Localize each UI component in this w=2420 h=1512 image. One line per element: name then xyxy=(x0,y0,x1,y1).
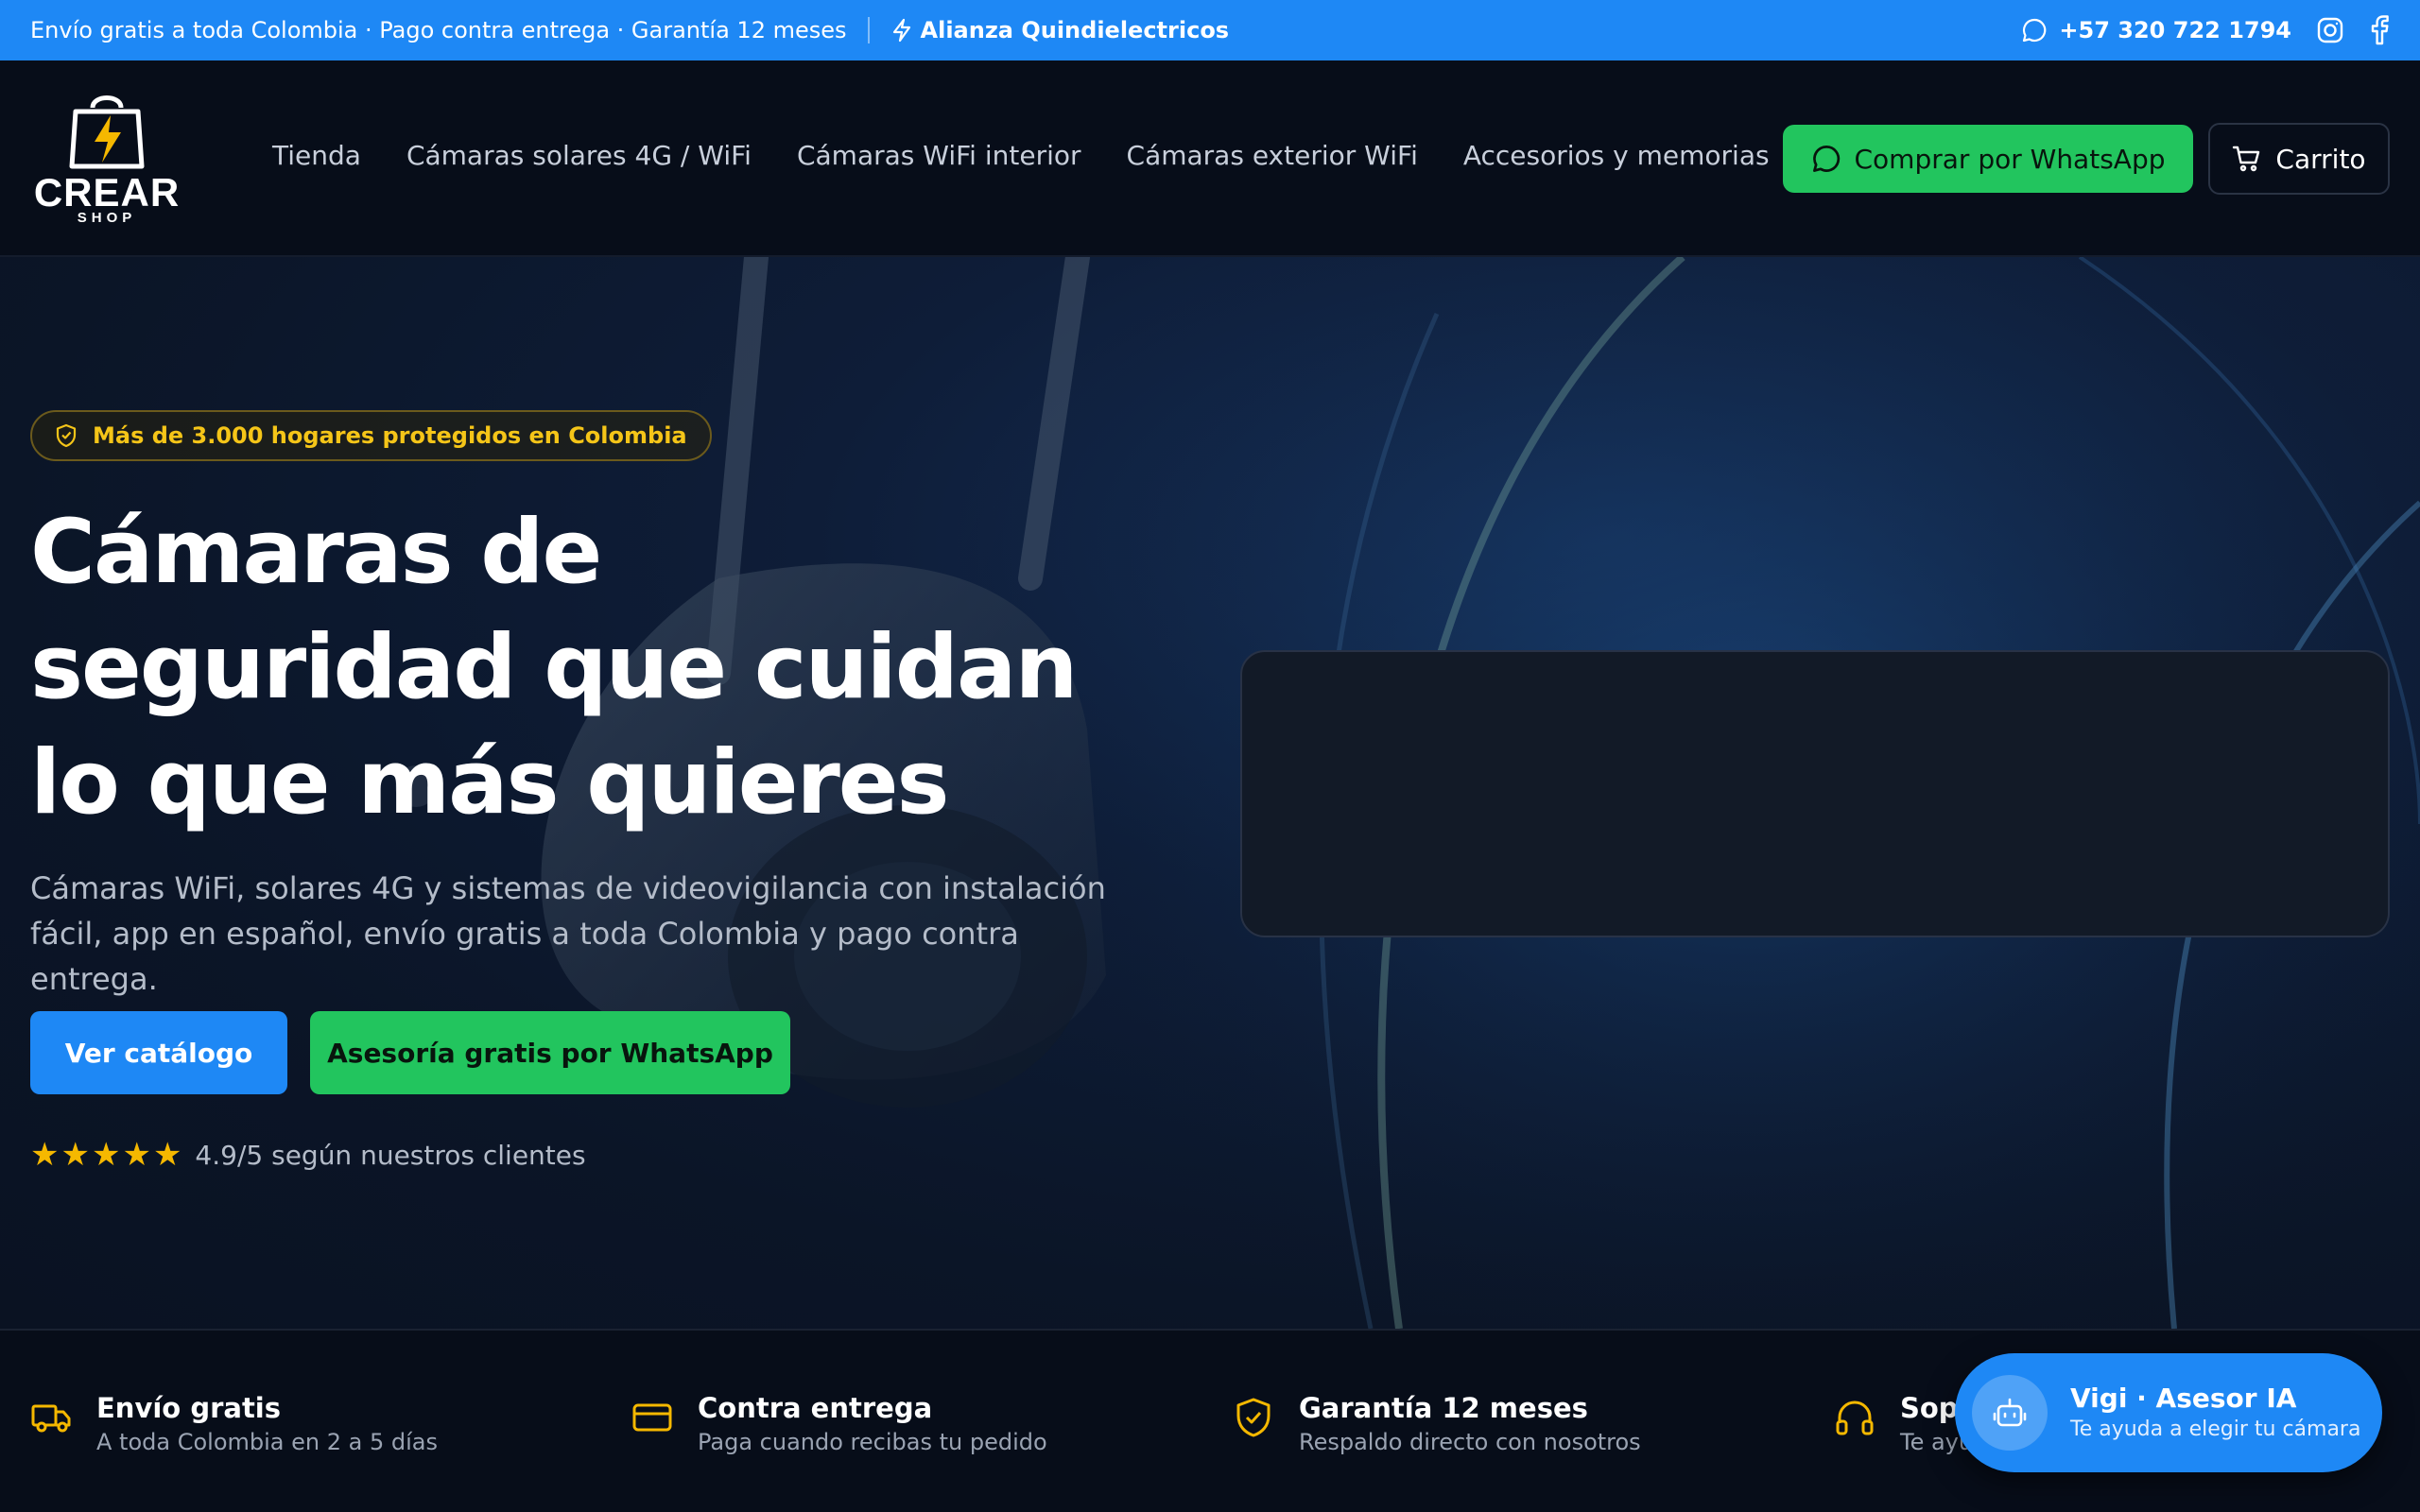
star-icon: ★ xyxy=(152,1136,182,1174)
chat-title: Vigi · Asesor IA xyxy=(2070,1383,2297,1414)
phone-number: +57 320 722 1794 xyxy=(2059,17,2291,43)
whatsapp-buy-button[interactable]: Comprar por WhatsApp xyxy=(1783,125,2193,193)
whatsapp-advice-button[interactable]: Asesoría gratis por WhatsApp xyxy=(310,1011,790,1094)
star-icon: ★ xyxy=(30,1136,60,1174)
trust-badge-label: Más de 3.000 hogares protegidos en Colom… xyxy=(93,422,687,449)
nav-item-indoor-cameras[interactable]: Cámaras WiFi interior xyxy=(797,140,1081,171)
feature-title: Garantía 12 meses xyxy=(1299,1392,1588,1424)
nav-item-accessories[interactable]: Accesorios y memorias xyxy=(1463,140,1770,171)
whatsapp-icon xyxy=(1812,146,1840,172)
cart-button[interactable]: Carrito xyxy=(2208,123,2390,195)
rating-text: 4.9/5 según nuestros clientes xyxy=(195,1139,586,1171)
feature-subtitle: A toda Colombia en 2 a 5 días xyxy=(96,1429,438,1455)
promo-text: Envío gratis a toda Colombia · Pago cont… xyxy=(30,17,847,43)
feature-title: Contra entrega xyxy=(698,1392,933,1424)
feature-subtitle: Respaldo directo con nosotros xyxy=(1299,1429,1641,1455)
feature-title: Envío gratis xyxy=(96,1392,282,1424)
chat-subtitle: Te ayuda a elegir tu cámara xyxy=(2070,1418,2361,1441)
star-icon: ★ xyxy=(91,1136,121,1174)
shield-check-icon xyxy=(1236,1398,1270,1437)
credit-card-icon xyxy=(632,1403,672,1432)
nav-item-solar-cameras[interactable]: Cámaras solares 4G / WiFi xyxy=(406,140,752,171)
shield-check-icon xyxy=(56,423,77,448)
hero-section: Más de 3.000 hogares protegidos en Colom… xyxy=(0,257,2420,1329)
alliance-label: Alianza Quindielectricos xyxy=(920,17,1230,43)
logo-wordmark: CREAR xyxy=(33,170,181,215)
view-catalog-button[interactable]: Ver catálogo xyxy=(30,1011,287,1094)
hero-title: Cámaras de seguridad que cuidan lo que m… xyxy=(30,501,1078,834)
star-rating-icons: ★ ★ ★ ★ ★ xyxy=(30,1136,182,1174)
nav-item-tienda[interactable]: Tienda xyxy=(272,140,361,171)
facebook-icon[interactable] xyxy=(2369,15,2390,45)
alliance-link[interactable]: Alianza Quindielectricos xyxy=(890,17,1230,43)
logo-subtitle: SHOP xyxy=(77,210,137,226)
lightning-icon xyxy=(892,18,910,43)
feature-subtitle: Paga cuando recibas tu pedido xyxy=(698,1429,1047,1455)
robot-avatar xyxy=(1972,1375,2048,1451)
rating: ★ ★ ★ ★ ★ 4.9/5 según nuestros clientes xyxy=(30,1136,586,1174)
robot-icon xyxy=(1993,1398,2027,1427)
top-announcement-bar: Envío gratis a toda Colombia · Pago cont… xyxy=(0,0,2420,60)
phone-link[interactable]: +57 320 722 1794 xyxy=(2021,17,2291,43)
divider xyxy=(867,17,870,43)
ai-assistant-chat-button[interactable]: Vigi · Asesor IA Te ayuda a elegir tu cá… xyxy=(1955,1353,2382,1472)
site-header: CREAR SHOP Tienda Cámaras solares 4G / W… xyxy=(0,60,2420,257)
feature-warranty: Garantía 12 meses Respaldo directo con n… xyxy=(1233,1391,1641,1459)
shopping-bag-bolt-icon xyxy=(69,95,145,169)
crear-shop-logo[interactable]: CREAR SHOP xyxy=(28,87,185,229)
whatsapp-icon xyxy=(2023,18,2047,43)
cart-icon xyxy=(2233,146,2260,172)
nav-item-outdoor-cameras[interactable]: Cámaras exterior WiFi xyxy=(1127,140,1418,171)
feature-free-shipping: Envío gratis A toda Colombia en 2 a 5 dí… xyxy=(30,1391,438,1459)
main-nav: Tienda Cámaras solares 4G / WiFi Cámaras… xyxy=(272,140,1770,171)
star-icon: ★ xyxy=(122,1136,151,1174)
star-icon: ★ xyxy=(60,1136,90,1174)
headphones-icon xyxy=(1836,1400,1874,1435)
trust-badge: Más de 3.000 hogares protegidos en Colom… xyxy=(30,410,712,461)
instagram-icon[interactable] xyxy=(2316,16,2344,44)
hero-media-panel xyxy=(1240,650,2390,937)
whatsapp-buy-label: Comprar por WhatsApp xyxy=(1854,143,2166,175)
hero-description: Cámaras WiFi, solares 4G y sistemas de v… xyxy=(30,870,1106,997)
cart-label: Carrito xyxy=(2275,143,2366,175)
feature-cash-on-delivery: Contra entrega Paga cuando recibas tu pe… xyxy=(631,1391,1047,1459)
truck-icon xyxy=(31,1404,71,1433)
